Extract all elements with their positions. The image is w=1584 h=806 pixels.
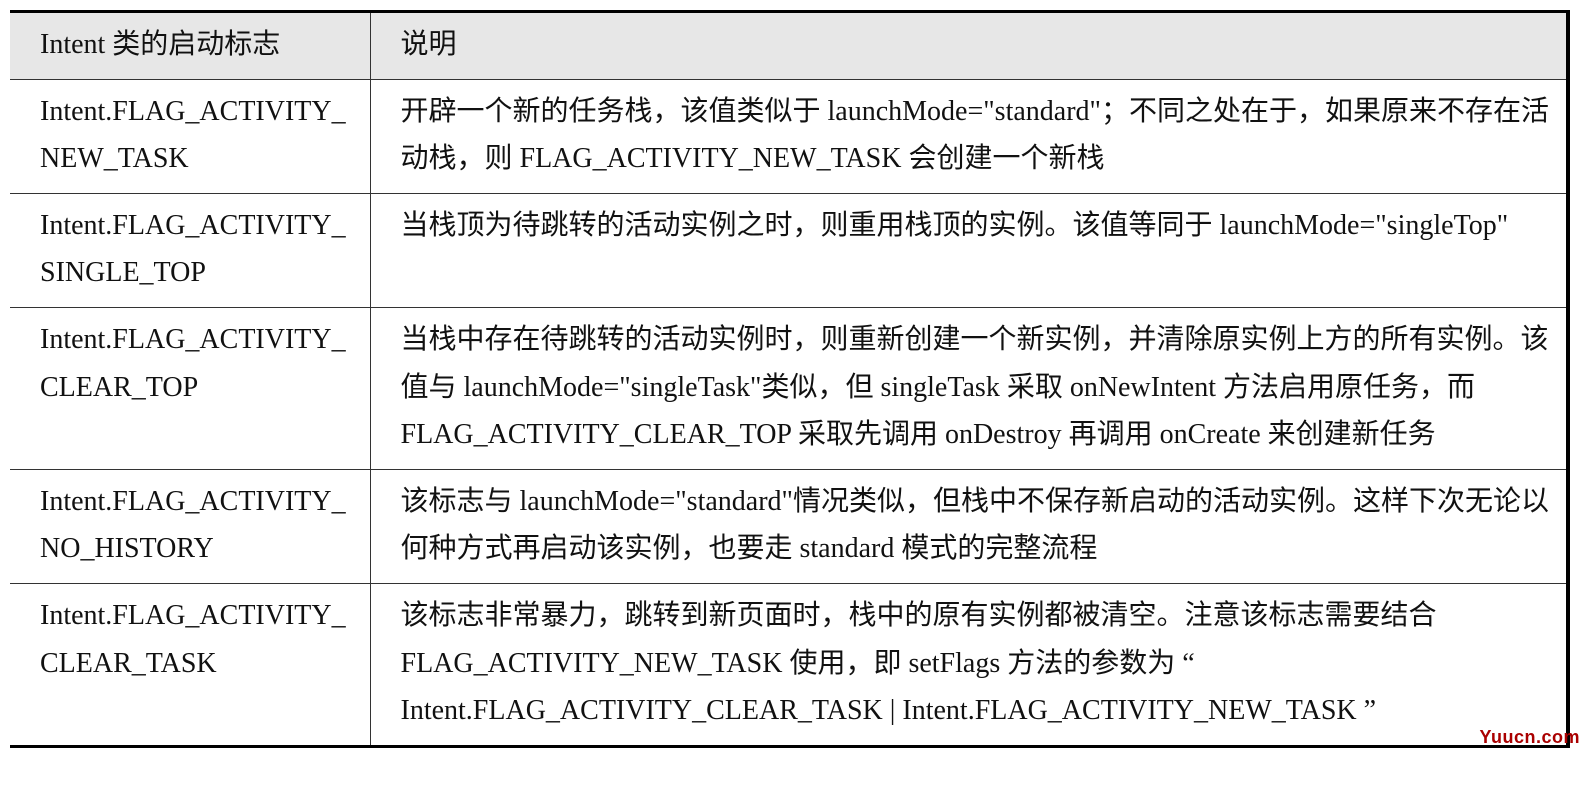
table-row: Intent.FLAG_ACTIVITY_CLEAR_TASK 该标志非常暴力，… [10, 583, 1568, 746]
desc-cell: 该标志与 launchMode="standard"情况类似，但栈中不保存新启动… [370, 469, 1568, 583]
table-row: Intent.FLAG_ACTIVITY_NEW_TASK 开辟一个新的任务栈，… [10, 79, 1568, 193]
desc-cell: 当栈顶为待跳转的活动实例之时，则重用栈顶的实例。该值等同于 launchMode… [370, 193, 1568, 307]
watermark-text: Yuucn.com [1479, 727, 1580, 748]
header-flag: Intent 类的启动标志 [10, 12, 370, 80]
flag-cell: Intent.FLAG_ACTIVITY_CLEAR_TOP [10, 307, 370, 469]
desc-cell: 当栈中存在待跳转的活动实例时，则重新创建一个新实例，并清除原实例上方的所有实例。… [370, 307, 1568, 469]
flag-cell: Intent.FLAG_ACTIVITY_SINGLE_TOP [10, 193, 370, 307]
flag-cell: Intent.FLAG_ACTIVITY_CLEAR_TASK [10, 583, 370, 746]
desc-cell: 该标志非常暴力，跳转到新页面时，栈中的原有实例都被清空。注意该标志需要结合 FL… [370, 583, 1568, 746]
desc-cell: 开辟一个新的任务栈，该值类似于 launchMode="standard"；不同… [370, 79, 1568, 193]
flag-cell: Intent.FLAG_ACTIVITY_NEW_TASK [10, 79, 370, 193]
table-header-row: Intent 类的启动标志 说明 [10, 12, 1568, 80]
table-row: Intent.FLAG_ACTIVITY_CLEAR_TOP 当栈中存在待跳转的… [10, 307, 1568, 469]
table-row: Intent.FLAG_ACTIVITY_SINGLE_TOP 当栈顶为待跳转的… [10, 193, 1568, 307]
flag-cell: Intent.FLAG_ACTIVITY_NO_HISTORY [10, 469, 370, 583]
table-row: Intent.FLAG_ACTIVITY_NO_HISTORY 该标志与 lau… [10, 469, 1568, 583]
page: Intent 类的启动标志 说明 Intent.FLAG_ACTIVITY_NE… [10, 10, 1584, 796]
header-desc: 说明 [370, 12, 1568, 80]
intent-flags-table: Intent 类的启动标志 说明 Intent.FLAG_ACTIVITY_NE… [10, 10, 1570, 748]
